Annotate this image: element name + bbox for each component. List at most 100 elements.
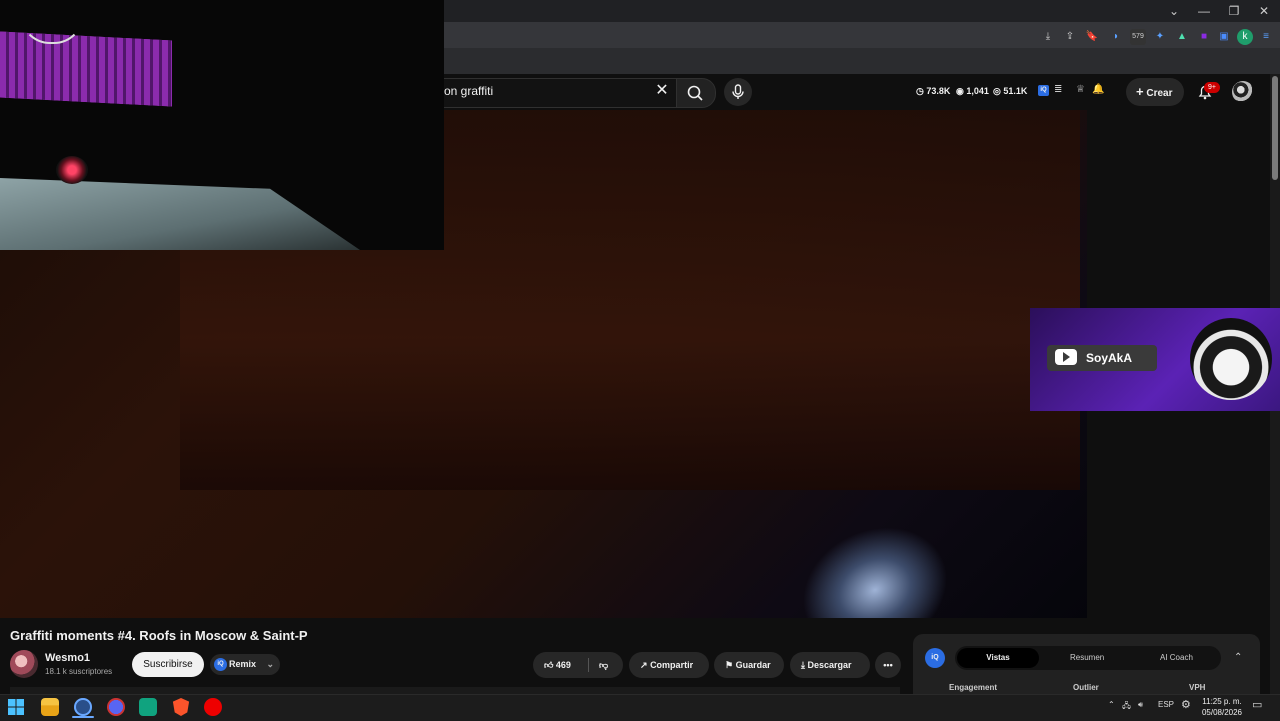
webcam-mouse-image: [56, 156, 88, 184]
chat-app-icon[interactable]: [107, 698, 125, 716]
streamer-channel-name: SoyAkA: [1086, 351, 1133, 365]
download-label: Descargar: [807, 660, 852, 670]
eye-outline-icon: ◎: [993, 86, 1001, 96]
like-divider: [588, 658, 589, 672]
download-button[interactable]: ⤓ Descargar: [790, 652, 870, 678]
notification-count-badge: 9+: [1204, 82, 1220, 93]
search-query-text: on graffiti: [444, 84, 494, 98]
volume-icon[interactable]: 🔊︎: [1138, 700, 1143, 710]
windows-logo-icon: [8, 699, 24, 715]
browser-menu-icon[interactable]: ≡: [1258, 29, 1274, 45]
settings-gear-icon[interactable]: ⚙: [1181, 698, 1191, 711]
system-clock[interactable]: 11:25 p. m. 05/08/2026: [1198, 696, 1246, 718]
stat-total-value: 51.1K: [1003, 86, 1028, 96]
video-frame-light: [781, 503, 969, 618]
small-bell-icon[interactable]: 🔔: [1092, 84, 1104, 95]
webcam-keyboard-image: [0, 31, 172, 107]
clear-search-icon[interactable]: ✕: [654, 82, 670, 100]
windows-taskbar: [0, 694, 1280, 721]
share-label: Compartir: [650, 660, 694, 670]
microphone-icon: [732, 84, 744, 99]
download-icon: ⤓: [801, 660, 805, 670]
profile-avatar[interactable]: k: [1237, 29, 1253, 45]
chatgpt-app-icon[interactable]: [139, 698, 157, 716]
plus-icon: +: [1136, 84, 1144, 99]
stat-views-value: 73.8K: [926, 86, 951, 96]
active-app-indicator: [72, 716, 94, 718]
network-icon[interactable]: 🖧: [1122, 700, 1131, 714]
start-button[interactable]: [7, 698, 25, 716]
create-label: Crear: [1146, 88, 1173, 99]
side-panel-icon[interactable]: ▣: [1216, 29, 1232, 45]
extension-counter-icon[interactable]: 579: [1130, 29, 1146, 45]
scrollbar-thumb[interactable]: [1272, 76, 1278, 180]
like-count: 469: [555, 660, 571, 670]
description-box-top: [10, 687, 900, 694]
extension-purple-icon[interactable]: ■: [1196, 29, 1212, 45]
collapse-panel-icon[interactable]: ⌃: [1234, 652, 1242, 663]
tray-overflow-icon[interactable]: ⌃: [1108, 700, 1115, 709]
create-button[interactable]: + Crear: [1126, 78, 1184, 106]
stat-viewers-value: 1,041: [966, 86, 989, 96]
subscriber-count: 18.1 k suscriptores: [45, 667, 113, 676]
restore-button[interactable]: ❐: [1224, 3, 1244, 19]
share-button[interactable]: ↗ Compartir: [629, 652, 709, 678]
thumbs-up-icon: 👍︎: [544, 660, 554, 670]
close-window-button[interactable]: ✕: [1254, 3, 1274, 19]
video-title: Graffiti moments #4. Roofs in Moscow & S…: [10, 628, 308, 643]
iq-panel-icon[interactable]: iQ: [925, 648, 945, 668]
webcam-desk-image: [0, 178, 360, 250]
file-explorer-icon[interactable]: [41, 698, 59, 716]
tab-resumen[interactable]: Resumen: [1070, 648, 1104, 668]
column-outlier: Outlier: [1073, 683, 1099, 692]
clock-icon: ◷: [916, 86, 924, 96]
channel-name[interactable]: Wesmo1: [45, 652, 90, 664]
tab-vistas[interactable]: Vistas: [957, 648, 1039, 668]
language-indicator[interactable]: ESP: [1158, 700, 1174, 709]
search-button[interactable]: [676, 78, 716, 108]
more-icon: •••: [883, 660, 893, 670]
list-icon[interactable]: ≣: [1054, 84, 1062, 95]
save-icon: ⚑: [725, 660, 734, 670]
stat-views: ◷ 73.8K: [916, 86, 950, 97]
more-actions-button[interactable]: •••: [875, 652, 901, 678]
save-label: Guardar: [735, 660, 771, 670]
eye-icon: ◉: [956, 86, 964, 96]
award-icon[interactable]: ♕: [1076, 84, 1085, 95]
minimize-button[interactable]: —: [1194, 3, 1214, 19]
like-dislike-group: 👍︎ 469 👎︎: [533, 652, 623, 678]
stat-total: ◎ 51.1K: [993, 86, 1027, 97]
clock-time: 11:25 p. m.: [1202, 697, 1242, 706]
search-icon: [687, 85, 703, 101]
iq-extension-icon[interactable]: iQ: [1038, 85, 1049, 96]
clock-date: 05/08/2026: [1201, 708, 1243, 717]
remix-chevron-icon[interactable]: ⌄: [267, 659, 275, 669]
extensions-puzzle-icon[interactable]: ✦: [1152, 29, 1168, 45]
channel-avatar[interactable]: [10, 650, 38, 678]
share-icon: ↗: [640, 660, 648, 670]
bookmark-icon[interactable]: 🔖: [1084, 29, 1100, 45]
tab-ai-coach[interactable]: AI Coach: [1160, 648, 1193, 668]
save-button[interactable]: ⚑ Guardar: [714, 652, 784, 678]
tab-search-chevron-icon[interactable]: ⌄: [1164, 3, 1184, 19]
like-button[interactable]: 👍︎ 469: [544, 660, 571, 670]
account-avatar[interactable]: [1232, 81, 1254, 103]
column-vph: VPH: [1189, 683, 1206, 692]
youtube-play-icon: [1063, 352, 1070, 362]
subscribe-button[interactable]: Suscribirse: [132, 652, 204, 677]
extension-flask-icon[interactable]: ▲: [1174, 29, 1190, 45]
remix-button[interactable]: iQ Remix ⌄: [210, 654, 280, 675]
youtube-app-icon[interactable]: [204, 698, 222, 716]
notification-center-icon[interactable]: ▭: [1252, 698, 1262, 711]
remix-label: Remix: [229, 659, 257, 669]
thumbs-down-icon: 👎︎: [599, 660, 609, 670]
column-engagement: Engagement: [949, 683, 998, 692]
share-page-icon[interactable]: ⇪: [1062, 29, 1078, 45]
voice-search-button[interactable]: [724, 78, 752, 106]
iq-remix-icon: iQ: [214, 658, 227, 671]
streamer-mascot-image: [1190, 318, 1272, 400]
chrome-browser-icon[interactable]: [74, 698, 92, 716]
dislike-button[interactable]: 👎︎: [599, 652, 608, 678]
extension-audio-icon[interactable]: ◗: [1108, 29, 1124, 45]
install-app-icon[interactable]: ⤓: [1040, 29, 1056, 45]
